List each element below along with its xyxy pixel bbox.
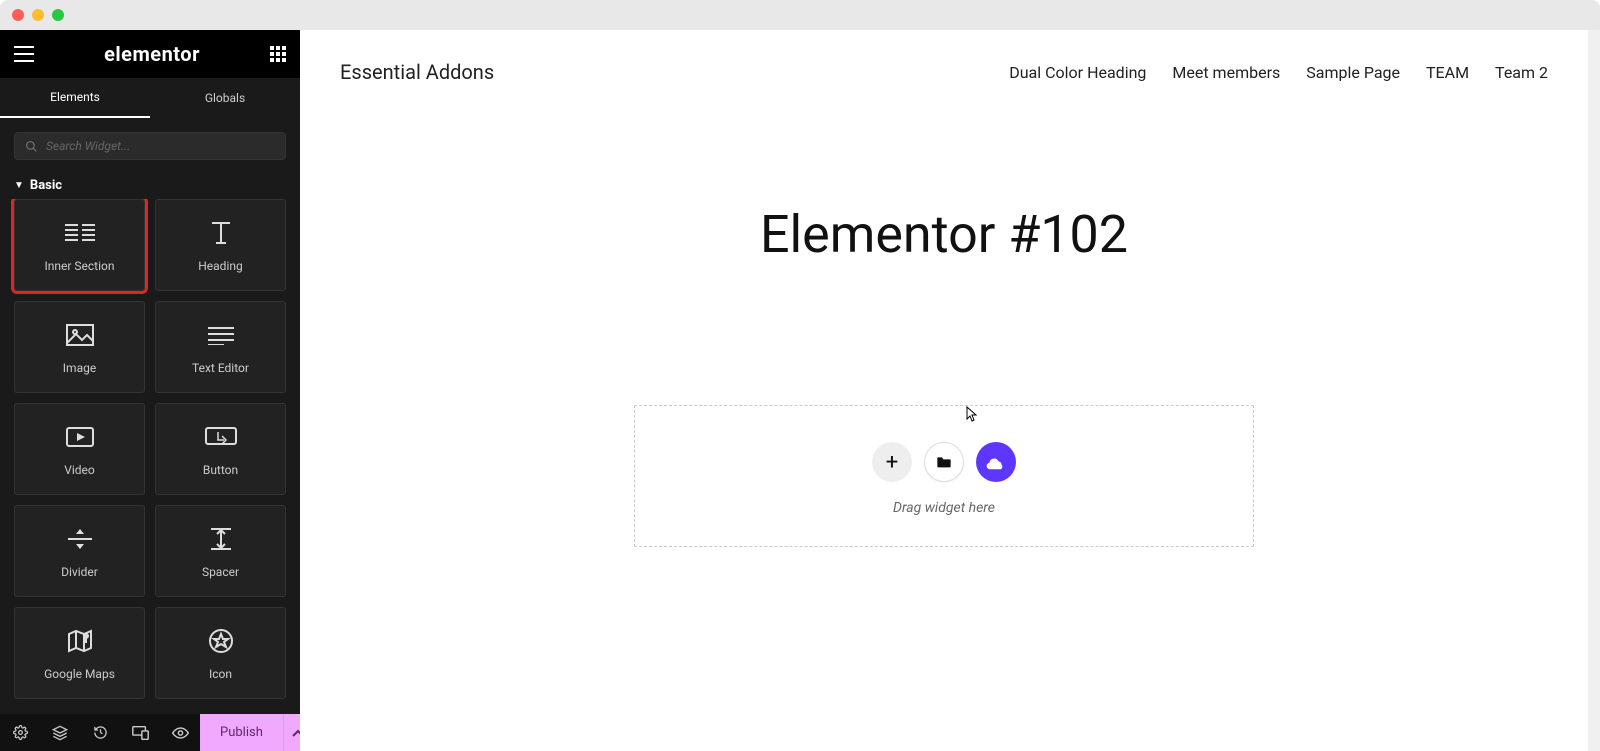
window-minimize-dot[interactable] [32,9,44,21]
widget-label: Spacer [202,565,239,579]
text-editor-icon [206,319,236,351]
preview-site-header: Essential Addons Dual Color Heading Meet … [300,30,1588,94]
nav-link[interactable]: Sample Page [1306,63,1400,82]
folder-icon [936,455,952,469]
elementor-panel: elementor Elements Globals ▼ Basic Inner… [0,30,300,751]
panel-tabs: Elements Globals [0,78,300,118]
search-input[interactable] [46,139,275,153]
widget-spacer[interactable]: Spacer [155,505,286,597]
category-basic-header[interactable]: ▼ Basic [0,168,300,199]
app-root: elementor Elements Globals ▼ Basic Inner… [0,30,1600,751]
search-icon [25,140,38,153]
search-container [0,118,300,168]
widget-label: Video [64,463,95,477]
widget-video[interactable]: Video [14,403,145,495]
dropzone-hint: Drag widget here [893,500,995,516]
eye-icon [172,727,189,739]
widget-label: Image [63,361,96,375]
history-icon [93,725,108,740]
mouse-cursor-icon [966,406,978,422]
widget-label: Google Maps [44,667,115,681]
publish-group: Publish [200,714,313,751]
gear-icon [13,725,28,740]
spacer-icon [207,523,235,555]
dropzone-buttons: + [872,442,1016,482]
cloud-icon [986,454,1006,470]
category-basic-label: Basic [30,178,62,193]
history-button[interactable] [80,714,120,751]
tab-globals-label: Globals [205,91,245,105]
publish-label: Publish [220,725,263,740]
elementor-logo: elementor [104,42,200,66]
new-section-dropzone[interactable]: + Drag widget here [634,405,1254,547]
nav-link[interactable]: Team 2 [1495,63,1548,82]
layers-icon [52,725,68,741]
widget-image[interactable]: Image [14,301,145,393]
hamburger-menu-icon[interactable] [14,46,34,62]
preview-nav: Dual Color Heading Meet members Sample Pag… [1009,63,1548,82]
widget-icon[interactable]: Icon [155,607,286,699]
window-close-dot[interactable] [12,9,24,21]
widget-label: Button [203,463,238,477]
nav-link[interactable]: TEAM [1426,63,1469,82]
tab-elements-label: Elements [50,90,100,104]
panel-header: elementor [0,30,300,78]
image-icon [65,319,95,351]
page-title: Elementor #102 [300,204,1588,265]
widget-heading[interactable]: Heading [155,199,286,291]
preview-button[interactable] [160,714,200,751]
publish-button[interactable]: Publish [200,714,283,751]
video-icon [65,421,95,453]
widget-google-maps[interactable]: Google Maps [14,607,145,699]
settings-button[interactable] [0,714,40,751]
window-zoom-dot[interactable] [52,9,64,21]
divider-icon [66,523,94,555]
search-box[interactable] [14,132,286,160]
site-title[interactable]: Essential Addons [340,60,494,84]
inner-section-icon [63,217,97,249]
widget-divider[interactable]: Divider [14,505,145,597]
widget-text-editor[interactable]: Text Editor [155,301,286,393]
button-icon [204,421,238,453]
plus-icon: + [886,450,898,475]
preview-canvas[interactable]: Essential Addons Dual Color Heading Meet … [300,30,1600,751]
widget-button[interactable]: Button [155,403,286,495]
navigator-button[interactable] [40,714,80,751]
tab-globals[interactable]: Globals [150,78,300,118]
apps-grid-icon[interactable] [270,46,286,62]
responsive-button[interactable] [120,714,160,751]
widgets-grid: Inner Section Heading Image Text Editor Vide… [0,199,300,713]
widget-label: Divider [61,565,98,579]
nav-link[interactable]: Meet members [1172,63,1280,82]
widget-label: Text Editor [192,361,249,375]
widget-label: Inner Section [44,259,114,273]
widget-label: Icon [209,667,232,681]
add-section-button[interactable]: + [872,442,912,482]
icon-icon [208,625,234,657]
panel-footer: Publish [0,714,300,751]
chevron-down-icon: ▼ [14,180,24,191]
add-template-button[interactable] [924,442,964,482]
templately-button[interactable] [976,442,1016,482]
widget-label: Heading [198,259,243,273]
responsive-icon [132,726,149,740]
mac-titlebar [0,0,1600,30]
google-maps-icon [66,625,94,657]
widget-inner-section[interactable]: Inner Section [14,199,145,291]
tab-elements[interactable]: Elements [0,78,150,118]
heading-icon [206,217,236,249]
nav-link[interactable]: Dual Color Heading [1009,63,1146,82]
